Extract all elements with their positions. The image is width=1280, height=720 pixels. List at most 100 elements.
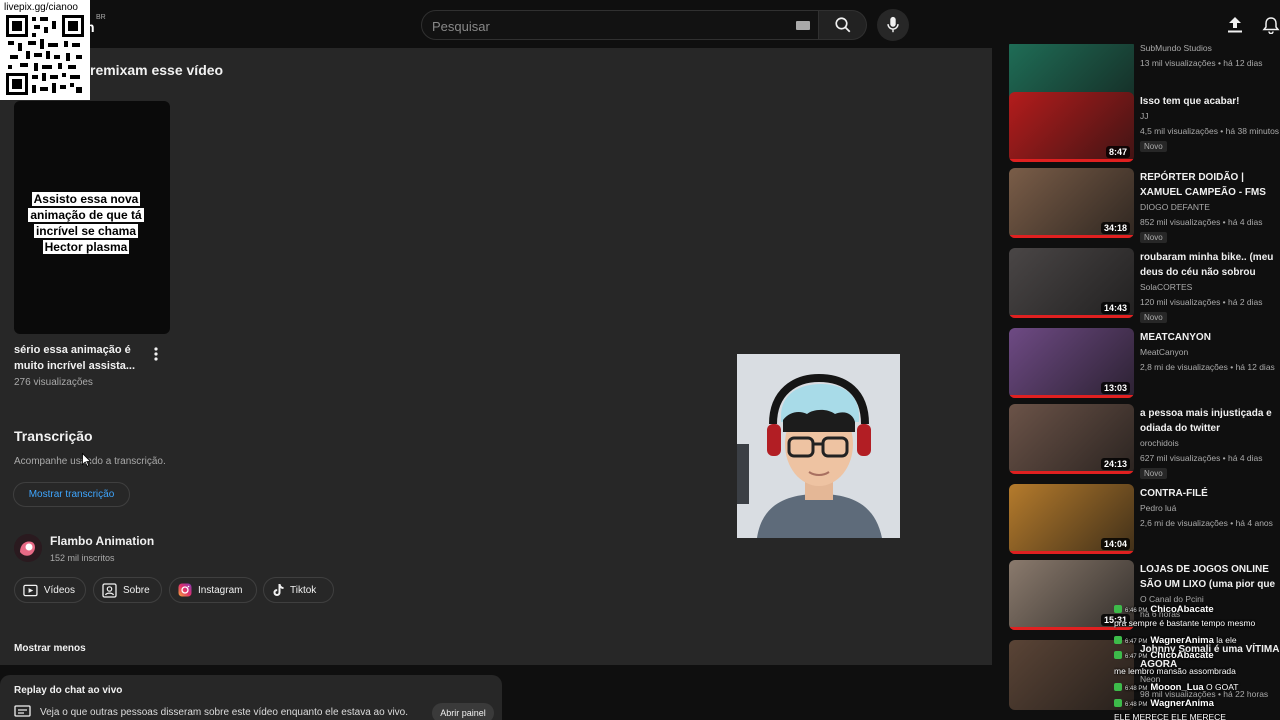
- chat-message: 6:48 PM WagnerAnima: [1114, 698, 1214, 709]
- chat-replay-title: Replay do chat ao vivo: [14, 685, 123, 696]
- video-thumbnail[interactable]: 8:47: [1009, 92, 1134, 162]
- recommendation-item[interactable]: 8:47 Isso tem que acabar! JJ 4,5 mil visual…: [1006, 92, 1280, 166]
- short-title[interactable]: sério essa animação é muito incrível ass…: [14, 342, 144, 374]
- tiktok-icon: [273, 584, 284, 596]
- chat-time: 6:47 PM: [1125, 654, 1148, 660]
- chat-text: la ele: [1213, 635, 1237, 645]
- search-icon: [834, 17, 850, 33]
- video-channel[interactable]: JJ: [1140, 111, 1149, 121]
- recommendation-item[interactable]: 24:13 a pessoa mais injustiçada e odiada …: [1006, 404, 1280, 479]
- video-thumbnail[interactable]: 24:13: [1009, 404, 1134, 474]
- more-options-icon[interactable]: [151, 345, 161, 363]
- video-title[interactable]: MEATCANYON: [1140, 330, 1280, 345]
- chat-message: 6:47 PM ChicoAbacate: [1114, 650, 1214, 661]
- chat-message: me lembro mansão assombrada: [1114, 666, 1236, 676]
- chip-label: Tiktok: [290, 584, 317, 596]
- chat-replay-text: Veja o que outras pessoas disseram sobre…: [40, 707, 409, 718]
- search-button[interactable]: [819, 10, 867, 40]
- video-meta: 2,8 mi de visualizações • há 12 dias: [1140, 362, 1275, 372]
- live-chat-overlay: 6:46 PM ChicoAbacate pra sempre é bastante…: [1114, 602, 1280, 720]
- chat-message: ELE MERECE ELE MERECE: [1114, 712, 1226, 720]
- qr-code-overlay: livepix.gg/cianoo: [0, 0, 90, 100]
- mouse-cursor-icon: [82, 452, 92, 472]
- watch-progress-bar: [1009, 235, 1134, 238]
- video-thumbnail[interactable]: 14:04: [1009, 484, 1134, 554]
- instagram-icon: [178, 583, 192, 597]
- video-title[interactable]: LOJAS DE JOGOS ONLINE SÃO UM LIXO (uma p…: [1140, 562, 1280, 592]
- qr-label: livepix.gg/cianoo: [4, 2, 78, 13]
- video-meta: 4,5 mil visualizações • há 38 minutos: [1140, 126, 1280, 136]
- search-input[interactable]: [432, 16, 792, 36]
- video-thumbnail[interactable]: 34:18: [1009, 168, 1134, 238]
- video-duration: 8:47: [1105, 146, 1130, 158]
- subscriber-badge-icon: [1114, 651, 1122, 659]
- video-meta: 120 mil visualizações • há 2 dias: [1140, 297, 1263, 307]
- channel-avatar[interactable]: [14, 534, 42, 562]
- video-meta: 2,6 mi de visualizações • há 4 anos: [1140, 518, 1273, 528]
- video-channel[interactable]: Pedro luá: [1140, 503, 1176, 513]
- video-duration: 14:43: [1100, 302, 1130, 314]
- chat-message: 6:46 PM ChicoAbacate: [1114, 604, 1214, 615]
- video-thumbnail[interactable]: 14:43: [1009, 248, 1134, 318]
- chat-time: 6:46 PM: [1125, 608, 1148, 614]
- chat-username: ChicoAbacate: [1150, 650, 1214, 661]
- chip-label: Instagram: [198, 584, 243, 596]
- keyboard-icon[interactable]: [796, 21, 810, 30]
- video-channel[interactable]: orochidois: [1140, 438, 1179, 448]
- video-title[interactable]: roubaram minha bike.. (meu deus do céu n…: [1140, 250, 1280, 280]
- chat-time: 6:48 PM: [1125, 686, 1148, 692]
- video-title[interactable]: REPÓRTER DOIDÃO | XAMUEL CAMPEÃO - FMS (…: [1140, 170, 1280, 200]
- recommendation-item[interactable]: 14:04 CONTRA-FILÉ Pedro luá 2,6 mi de visua…: [1006, 484, 1280, 558]
- video-channel[interactable]: MeatCanyon: [1140, 347, 1188, 357]
- recommendation-item[interactable]: 14:43 roubaram minha bike.. (meu deus do …: [1006, 248, 1280, 323]
- chip-tiktok[interactable]: Tiktok: [263, 577, 334, 603]
- video-meta: 627 mil visualizações • há 4 dias: [1140, 453, 1263, 463]
- chip-label: Sobre: [123, 584, 150, 596]
- chip-about[interactable]: Sobre: [93, 577, 162, 603]
- video-title[interactable]: CONTRA-FILÉ: [1140, 486, 1280, 501]
- chat-text: ELE MERECE ELE MERECE: [1114, 712, 1226, 720]
- subscriber-badge-icon: [1114, 699, 1122, 707]
- voice-search-button[interactable]: [877, 9, 909, 41]
- bell-icon: [1262, 17, 1280, 34]
- video-channel[interactable]: SubMundo Studios: [1140, 44, 1212, 53]
- country-code: BR: [96, 14, 106, 21]
- video-title[interactable]: a pessoa mais injustiçada e odiada do tw…: [1140, 406, 1280, 436]
- chat-time: 6:48 PM: [1125, 702, 1148, 708]
- top-bar: n BR: [0, 0, 1280, 48]
- channel-name[interactable]: Flambo Animation: [50, 534, 154, 548]
- show-transcript-button[interactable]: Mostrar transcrição: [13, 482, 130, 507]
- chat-username: WagnerAnima: [1150, 635, 1214, 646]
- video-meta: 13 mil visualizações • há 12 dias: [1140, 58, 1263, 68]
- video-duration: 14:04: [1100, 538, 1130, 550]
- recommendation-item[interactable]: 34:18 REPÓRTER DOIDÃO | XAMUEL CAMPEÃO - …: [1006, 168, 1280, 243]
- video-title[interactable]: Isso tem que acabar!: [1140, 94, 1280, 109]
- watch-progress-bar: [1009, 471, 1134, 474]
- video-duration: 13:03: [1100, 382, 1130, 394]
- video-channel[interactable]: SolaCORTES: [1140, 282, 1192, 292]
- chat-text: pra sempre é bastante tempo mesmo: [1114, 618, 1256, 628]
- chat-username: ChicoAbacate: [1150, 604, 1214, 615]
- chip-instagram[interactable]: Instagram: [169, 577, 257, 603]
- watch-progress-bar: [1009, 159, 1134, 162]
- watch-progress-bar: [1009, 315, 1134, 318]
- chat-message: 6:48 PM Mooon_Lua O GOAT: [1114, 682, 1238, 693]
- chat-username: Mooon_Lua: [1150, 682, 1204, 693]
- watch-progress-bar: [1009, 395, 1134, 398]
- video-thumbnail[interactable]: 13:03: [1009, 328, 1134, 398]
- open-panel-button[interactable]: Abrir painel: [432, 703, 494, 720]
- new-badge: Novo: [1140, 141, 1167, 152]
- show-less-button[interactable]: Mostrar menos: [14, 643, 86, 654]
- search-box[interactable]: [421, 10, 819, 40]
- transcript-title: Transcrição: [14, 428, 93, 444]
- chat-time: 6:47 PM: [1125, 639, 1148, 645]
- video-duration: 24:13: [1100, 458, 1130, 470]
- recommendation-item[interactable]: 13:03 MEATCANYON MeatCanyon 2,8 mi de visua…: [1006, 328, 1280, 402]
- upload-button[interactable]: [1224, 14, 1246, 36]
- short-views: 276 visualizações: [14, 377, 93, 388]
- video-channel[interactable]: DIOGO DEFANTE: [1140, 202, 1210, 212]
- chip-videos[interactable]: Vídeos: [14, 577, 86, 603]
- chat-message: pra sempre é bastante tempo mesmo: [1114, 618, 1255, 628]
- watch-progress-bar: [1009, 551, 1134, 554]
- notifications-button[interactable]: [1260, 14, 1280, 36]
